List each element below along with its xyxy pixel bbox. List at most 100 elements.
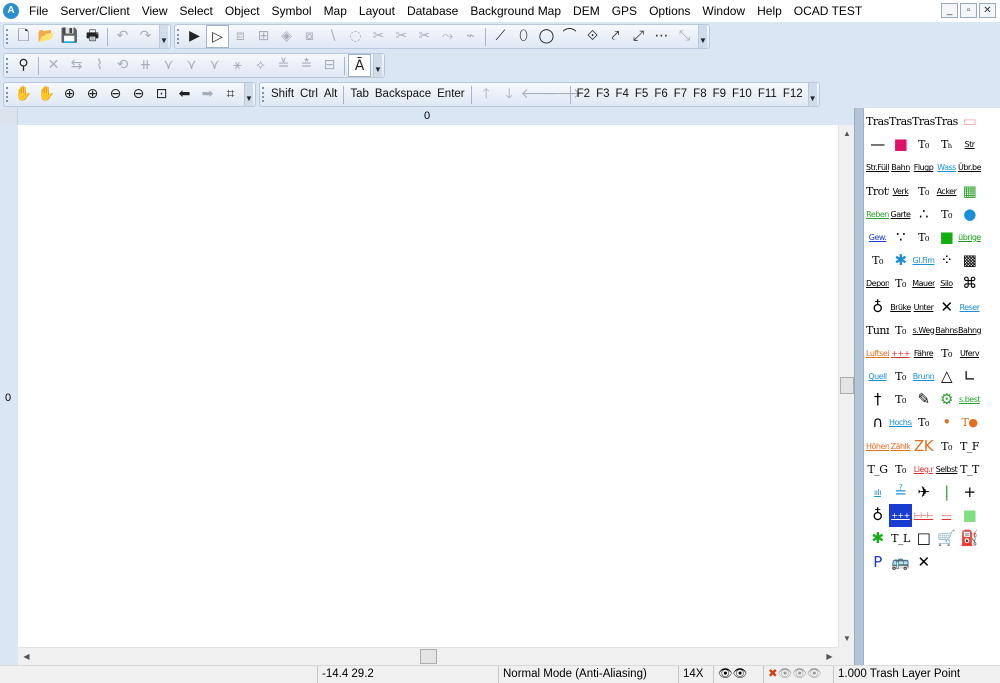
- reshape-icon[interactable]: ⌇: [88, 54, 111, 77]
- circle-mode-icon[interactable]: ◯: [535, 25, 558, 48]
- symbol-cell[interactable]: Wass: [935, 156, 958, 179]
- distribute-icon[interactable]: ≛: [295, 54, 318, 77]
- symbol-cell[interactable]: Unter: [912, 296, 935, 319]
- menu-server-client[interactable]: Server/Client: [54, 0, 135, 22]
- symbol-cell[interactable]: T_L: [889, 527, 912, 550]
- symbol-cell[interactable]: Gew.: [866, 226, 889, 249]
- symbol-cell[interactable]: ✎: [912, 388, 935, 411]
- symbol-cell[interactable]: |: [935, 481, 958, 504]
- symbol-cell[interactable]: Mauer: [912, 272, 935, 295]
- symbol-cell[interactable]: ✱: [889, 249, 912, 272]
- symbol-cell[interactable]: ∟: [958, 365, 981, 388]
- symbol-cell[interactable]: Tₕ: [935, 133, 958, 156]
- symbol-cell[interactable]: ıılı: [866, 481, 889, 504]
- menu-file[interactable]: File: [23, 0, 54, 22]
- symbol-cell[interactable]: ✱: [866, 527, 889, 550]
- mirror-icon[interactable]: ⧺: [134, 54, 157, 77]
- arrow-left-icon[interactable]: 🡐: [521, 83, 559, 106]
- alt-key-button[interactable]: Alt: [321, 83, 340, 106]
- smooth-object-icon[interactable]: ⟡: [249, 54, 272, 77]
- symbol-cell[interactable]: s.best: [958, 388, 981, 411]
- vertical-scrollbar[interactable]: ▲ ▼: [838, 125, 854, 647]
- symbol-cell[interactable]: Brüke: [889, 296, 912, 319]
- menu-window[interactable]: Window: [696, 0, 751, 22]
- measure-mode-icon[interactable]: ⤡: [673, 25, 696, 48]
- save-icon[interactable]: 💾: [58, 25, 81, 48]
- menu-map[interactable]: Map: [318, 0, 353, 22]
- redo-icon[interactable]: ↷: [134, 25, 157, 48]
- symbol-cell[interactable]: Trash: [866, 110, 889, 133]
- corner-point-icon[interactable]: ◈: [275, 25, 298, 48]
- move-parallel-icon[interactable]: ⇆: [65, 54, 88, 77]
- symbol-cell[interactable]: □: [912, 527, 935, 550]
- convert-icon[interactable]: ⚹: [226, 54, 249, 77]
- symbol-cell[interactable]: +++: [889, 504, 912, 528]
- straight-segment-icon[interactable]: ∖: [321, 25, 344, 48]
- curve-mode-icon[interactable]: ⟋: [489, 25, 512, 48]
- rotate-object-icon[interactable]: ⟲: [111, 54, 134, 77]
- f11-key-button[interactable]: F11: [755, 83, 780, 106]
- symbol-cell[interactable]: Acker: [935, 180, 958, 203]
- symbol-cell[interactable]: ✕: [935, 296, 958, 319]
- toolbar-options-chevron-icon[interactable]: ▼: [698, 25, 707, 48]
- symbol-cell[interactable]: ▭: [958, 110, 981, 133]
- symbol-cell[interactable]: 🚌: [889, 551, 912, 574]
- arrow-right-icon[interactable]: 🡒: [544, 83, 582, 106]
- symbol-cell[interactable]: ✈: [912, 481, 935, 504]
- symbol-cell[interactable]: △: [935, 365, 958, 388]
- menu-database[interactable]: Database: [401, 0, 464, 22]
- symbol-cell[interactable]: T_G: [866, 458, 889, 481]
- hidden-background-icon[interactable]: ✖: [768, 668, 778, 680]
- symbol-cell[interactable]: ●: [958, 203, 981, 226]
- tab-key-button[interactable]: Tab: [347, 83, 372, 106]
- symbol-cell[interactable]: T●: [958, 411, 981, 434]
- scroll-left-icon[interactable]: ◀: [18, 648, 35, 665]
- add-vertex-icon[interactable]: ⧈: [229, 25, 252, 48]
- symbol-cell[interactable]: ▩: [958, 249, 981, 272]
- text-tool-icon[interactable]: Ā: [348, 54, 371, 77]
- symbol-cell[interactable]: T₀: [889, 319, 912, 342]
- ctrl-key-button[interactable]: Ctrl: [297, 83, 321, 106]
- f6-key-button[interactable]: F6: [651, 83, 670, 106]
- symbol-cell[interactable]: ≟: [889, 481, 912, 504]
- menu-dem[interactable]: DEM: [567, 0, 606, 22]
- cut-object-icon[interactable]: ✂: [367, 25, 390, 48]
- grid-icon[interactable]: ⌗: [219, 83, 242, 106]
- symbol-cell[interactable]: ⌘: [958, 272, 981, 295]
- symbol-cell[interactable]: ⁘: [935, 249, 958, 272]
- scroll-down-icon[interactable]: ▼: [839, 630, 855, 647]
- symbol-cell[interactable]: Silo: [935, 272, 958, 295]
- symbol-cell[interactable]: Gl.Firn: [912, 249, 935, 272]
- zoom-in-icon[interactable]: ⊕: [58, 83, 81, 106]
- toolbar-options-chevron-icon[interactable]: ▼: [244, 83, 253, 106]
- symbol-cell[interactable]: s.Weg: [912, 319, 935, 342]
- symbol-cell[interactable]: T₀: [889, 272, 912, 295]
- f4-key-button[interactable]: F4: [612, 83, 631, 106]
- symbol-cell[interactable]: T₀: [935, 435, 958, 458]
- symbol-cell[interactable]: Trash: [889, 110, 912, 133]
- smooth-icon[interactable]: ⌁: [459, 25, 482, 48]
- symbol-cell[interactable]: T₀: [912, 180, 935, 203]
- toolbar-options-chevron-icon[interactable]: ▼: [807, 83, 817, 106]
- symbol-cell[interactable]: Hochsp: [889, 411, 912, 434]
- symbol-cell[interactable]: ♁: [866, 296, 889, 319]
- symbol-cell[interactable]: Höhenl: [866, 435, 889, 458]
- arrow-down-icon[interactable]: 🡓: [498, 83, 521, 106]
- symbol-cell[interactable]: P: [866, 551, 889, 574]
- menu-symbol[interactable]: Symbol: [266, 0, 318, 22]
- rotate-icon[interactable]: ◌: [344, 25, 367, 48]
- toolbar-options-chevron-icon[interactable]: ▼: [373, 54, 382, 77]
- f2-key-button[interactable]: F2: [574, 83, 593, 106]
- previous-view-icon[interactable]: ⬅: [173, 83, 196, 106]
- zoom-out-icon[interactable]: ⊖: [104, 83, 127, 106]
- hand-pan-icon[interactable]: ✋: [12, 83, 35, 106]
- symbol-cell[interactable]: Quell: [866, 365, 889, 388]
- f12-key-button[interactable]: F12: [780, 83, 806, 106]
- symbol-cell[interactable]: ZK: [912, 435, 935, 458]
- symbol-cell[interactable]: Trott: [866, 180, 889, 203]
- symbol-cell[interactable]: Luftseil: [866, 342, 889, 365]
- print-icon[interactable]: 🖶: [81, 25, 104, 48]
- straight-line-mode-icon[interactable]: ⟐: [581, 25, 604, 48]
- menu-view[interactable]: View: [136, 0, 174, 22]
- symbol-cell[interactable]: Reser: [958, 296, 981, 319]
